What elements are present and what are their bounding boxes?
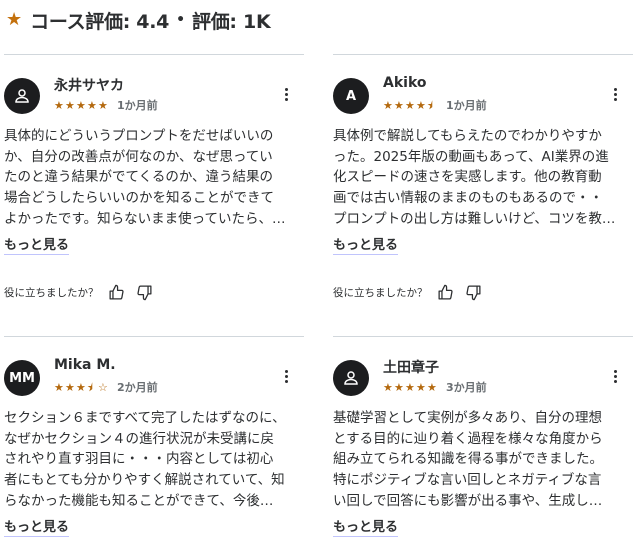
reviewer-name: 永井サヤカ bbox=[54, 78, 124, 94]
show-more-button[interactable]: もっと見る bbox=[4, 516, 70, 537]
star-icon: ★ bbox=[405, 98, 415, 112]
review-card: MM Mika M. ★ ★ ★ ⯨ ☆ 2か月前 セクション６まですべて完了し… bbox=[4, 336, 304, 540]
helpful-question: 役に立ちましたか？ bbox=[333, 286, 428, 299]
review-text-line: 具体例で解説してもらえたのでわかりやすか bbox=[333, 128, 602, 144]
reviewer-name: 土田章子 bbox=[383, 360, 439, 376]
thumbs-up-icon[interactable] bbox=[107, 282, 127, 302]
review-text-line: されやり直す羽目に・・・内容としては初心 bbox=[4, 451, 274, 468]
show-more-button[interactable]: もっと見る bbox=[333, 234, 399, 255]
review-text-line: か、自分の改善点が何なのか、なぜ思ってい bbox=[4, 148, 273, 165]
separator-dot: • bbox=[176, 12, 186, 28]
review-text-line: 画では古い情報のままのものもあるので・・ bbox=[333, 190, 603, 207]
star-icon: ★ bbox=[383, 380, 393, 394]
review-text-line: よかったです。知らないまま使っていたら、… bbox=[4, 210, 286, 227]
thumbs-down-icon[interactable] bbox=[464, 282, 484, 302]
star-icon: ★ bbox=[76, 98, 86, 112]
more-options-icon[interactable] bbox=[278, 84, 294, 104]
review-text: 具体的にどういうプロンプトをだせばいいの か、自分の改善点が何なのか、なぜ思って… bbox=[4, 126, 304, 230]
review-text-line: 具体的にどういうプロンプトをだせばいいの bbox=[4, 128, 274, 144]
review-text-line: セクション６まですべて完了したはずなのに、 bbox=[4, 410, 286, 426]
review-text-line: たのと違う結果がでてくるのか、違う結果の bbox=[4, 169, 274, 186]
avatar: A bbox=[333, 78, 369, 114]
star-icon: ★ bbox=[394, 98, 404, 112]
review-card: 土田章子 ★ ★ ★ ★ ★ 3か月前 基礎学習として実例が多々あり、自分の理想… bbox=[333, 336, 633, 540]
review-time: 1か月前 bbox=[117, 99, 158, 112]
review-text-line: 特にポジティブな言い回しとネガティブな言 bbox=[333, 472, 602, 489]
star-icon: ★ bbox=[416, 98, 426, 112]
star-icon: ★ bbox=[65, 380, 75, 394]
review-text-line: なぜかセクション４の進行状況が未受講に戻 bbox=[4, 430, 274, 447]
divider bbox=[333, 336, 633, 337]
star-icon: ★ bbox=[87, 98, 97, 112]
star-icon: ★ bbox=[394, 380, 404, 394]
star-rating: ★ ★ ★ ★ ⯨ bbox=[383, 100, 438, 111]
star-icon: ★ bbox=[54, 98, 64, 112]
review-text: セクション６まですべて完了したはずなのに、 なぜかセクション４の進行状況が未受講… bbox=[4, 408, 304, 512]
star-rating: ★ ★ ★ ⯨ ☆ bbox=[54, 382, 109, 393]
review-time: 2か月前 bbox=[117, 381, 158, 394]
avatar bbox=[4, 78, 40, 114]
review-time: 1か月前 bbox=[446, 99, 487, 112]
review-card: 永井サヤカ ★ ★ ★ ★ ★ 1か月前 具体的にどういうプロンプトをだせばいい… bbox=[4, 54, 304, 314]
review-text-line: 基礎学習として実例が多々あり、自分の理想 bbox=[333, 410, 603, 426]
star-rating: ★ ★ ★ ★ ★ bbox=[383, 382, 438, 393]
divider bbox=[333, 54, 633, 55]
avatar: MM bbox=[4, 360, 40, 396]
thumbs-down-icon[interactable] bbox=[135, 282, 155, 302]
reviews-header: ★ コース評価: 4.4 • 評価: 1K bbox=[6, 6, 271, 34]
review-time: 3か月前 bbox=[446, 381, 487, 394]
star-icon: ★ bbox=[416, 380, 426, 394]
review-text-line: プロンプトの出し方は難しいけど、コツを教… bbox=[333, 210, 616, 227]
rating-count: 評価: 1K bbox=[192, 10, 271, 33]
show-more-button[interactable]: もっと見る bbox=[4, 234, 70, 255]
review-text-line: 化スピードの速さを実感します。他の教育動 bbox=[333, 169, 602, 186]
star-icon: ★ bbox=[405, 380, 415, 394]
review-text: 基礎学習として実例が多々あり、自分の理想 とする目的に辿り着く過程を様々な角度か… bbox=[333, 408, 633, 512]
thumbs-up-icon[interactable] bbox=[436, 282, 456, 302]
review-text-line: 場合どうしたらいいのかを知ることができて bbox=[4, 190, 274, 207]
half-star-icon: ⯨ bbox=[427, 98, 433, 112]
divider bbox=[4, 54, 304, 55]
review-text-line: 組み立てられる知識を得る事ができました。 bbox=[333, 451, 603, 468]
half-star-icon: ⯨ bbox=[87, 380, 93, 394]
reviewer-name: Mika M. bbox=[54, 357, 116, 373]
reviewer-name: Akiko bbox=[383, 75, 427, 91]
star-rating: ★ ★ ★ ★ ★ bbox=[54, 100, 109, 111]
star-icon: ★ bbox=[6, 9, 23, 30]
review-text-line: らなかった機能も知ることができて、今後… bbox=[4, 492, 274, 509]
review-text-line: い回しで回答にも影響が出る事や、生成し… bbox=[333, 492, 603, 509]
user-icon bbox=[15, 89, 29, 103]
star-icon: ★ bbox=[98, 98, 108, 112]
more-options-icon[interactable] bbox=[607, 84, 623, 104]
review-text-line: 者にもとても分かりやすく解説されていて、知 bbox=[4, 472, 285, 489]
star-icon: ★ bbox=[54, 380, 64, 394]
avatar bbox=[333, 360, 369, 396]
review-card: A Akiko ★ ★ ★ ★ ⯨ 1か月前 具体例で解説してもらえたのでわかり… bbox=[333, 54, 633, 314]
divider bbox=[4, 336, 304, 337]
review-text-line: とする目的に辿り着く過程を様々な角度から bbox=[333, 430, 603, 447]
helpful-row: 役に立ちましたか？ bbox=[333, 282, 484, 302]
star-icon: ★ bbox=[76, 380, 86, 394]
helpful-row: 役に立ちましたか？ bbox=[4, 282, 155, 302]
review-text-line: った。2025年版の動画もあって、AI業界の進 bbox=[333, 148, 609, 165]
star-icon: ★ bbox=[65, 98, 75, 112]
more-options-icon[interactable] bbox=[278, 366, 294, 386]
user-icon bbox=[344, 371, 358, 385]
course-rating: コース評価: 4.4 bbox=[30, 10, 170, 33]
empty-star-icon: ☆ bbox=[98, 380, 108, 394]
star-icon: ★ bbox=[383, 98, 393, 112]
show-more-button[interactable]: もっと見る bbox=[333, 516, 399, 537]
more-options-icon[interactable] bbox=[607, 366, 623, 386]
helpful-question: 役に立ちましたか？ bbox=[4, 286, 99, 299]
star-icon: ★ bbox=[427, 380, 437, 394]
review-text: 具体例で解説してもらえたのでわかりやすか った。2025年版の動画もあって、AI… bbox=[333, 126, 633, 230]
